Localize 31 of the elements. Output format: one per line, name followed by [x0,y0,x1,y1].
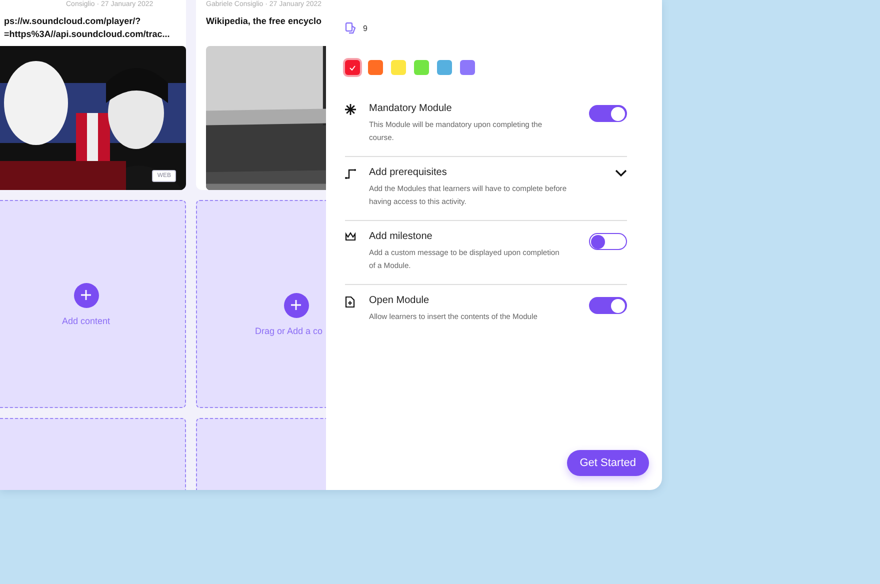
module-count: 9 [363,24,368,32]
card-title: Wikipedia, the free encyclo [205,15,322,28]
toggle-switch[interactable] [589,297,627,314]
toggle-switch[interactable] [589,105,627,122]
file-icon [345,296,355,308]
color-swatch[interactable] [437,60,452,75]
add-content-label: Add content [62,316,110,326]
add-content-label: Drag or Add a co [255,326,323,336]
add-button[interactable] [74,282,98,308]
color-swatch[interactable] [368,60,383,75]
card-title: ps://w.soundcloud.com/player/? =https%3A//api.soundcloud.com/trac... [3,15,171,41]
drop-zone[interactable]: Add content [0,200,186,408]
toggle-switch[interactable] [589,233,627,250]
drop-zone[interactable]: Drag or Add a co [196,200,326,408]
color-swatch[interactable] [391,60,406,75]
plus-icon [80,289,92,301]
setting-title: Add milestone [369,231,434,242]
color-swatch[interactable] [345,60,360,75]
route-icon [345,168,356,179]
copy-icon [345,22,356,34]
plus-icon [290,299,302,311]
crown-icon [345,232,356,241]
setting-title: Mandatory Module [369,103,453,114]
color-swatch[interactable] [460,60,475,75]
chevron-icon[interactable] [615,169,627,177]
add-button[interactable] [284,292,308,318]
setting-title: Open Module [369,295,430,306]
asterisk-icon [345,104,356,115]
setting-title: Add prerequisites [369,167,448,178]
get-started-button[interactable]: Get Started [566,450,649,476]
color-swatch[interactable] [414,60,429,75]
